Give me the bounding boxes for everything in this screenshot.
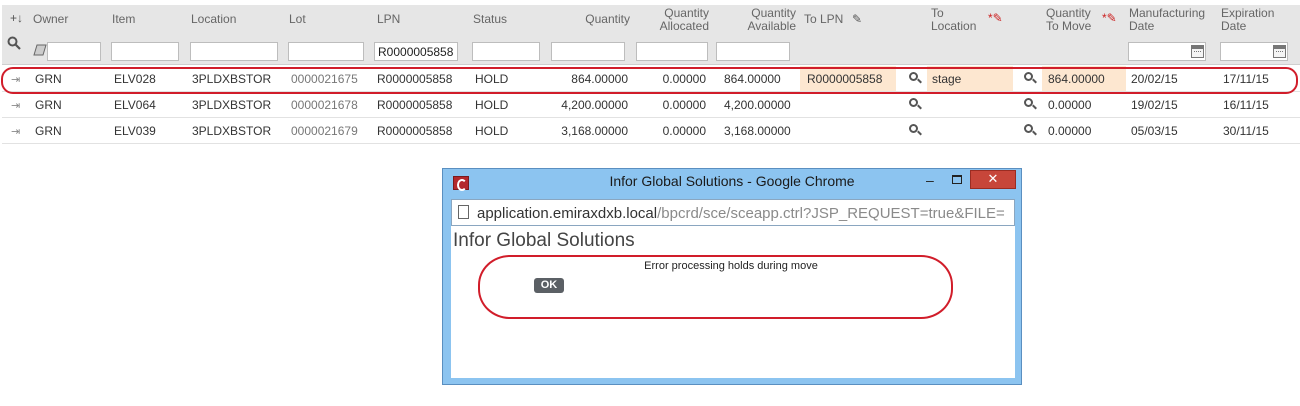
page-icon bbox=[458, 205, 469, 219]
eraser-icon[interactable] bbox=[33, 44, 47, 58]
search-icon[interactable] bbox=[7, 36, 21, 52]
url-text: application.emiraxdxb.local/bpcrd/sce/sc… bbox=[477, 205, 1005, 222]
cell-item: ELV039 bbox=[114, 124, 156, 138]
col-qty-available[interactable]: Quantity Available bbox=[726, 7, 796, 33]
col-quantity[interactable]: Quantity bbox=[562, 13, 630, 26]
col-mfg-line1: Manufacturing bbox=[1129, 6, 1206, 20]
col-to-location-line2: Location bbox=[931, 19, 977, 33]
cell-item: ELV064 bbox=[114, 98, 156, 112]
filter-qty-allocated[interactable] bbox=[636, 42, 708, 61]
calendar-icon[interactable] bbox=[1191, 45, 1204, 58]
col-to-lpn[interactable]: To LPN bbox=[804, 13, 843, 26]
col-qty-to-move[interactable]: Quantity To Move bbox=[1046, 7, 1091, 33]
row-expand-icon[interactable]: ⇥ bbox=[11, 99, 20, 112]
col-owner[interactable]: Owner bbox=[33, 13, 68, 26]
add-sort-icon[interactable]: +↓ bbox=[10, 12, 23, 24]
cell-mfg-date: 19/02/15 bbox=[1131, 98, 1178, 112]
cell-quantity: 3,168.00000 bbox=[561, 124, 628, 138]
col-location[interactable]: Location bbox=[191, 13, 236, 26]
annotation-message-circle bbox=[478, 255, 953, 319]
cell-location: 3PLDXBSTOR bbox=[192, 124, 272, 138]
url-path: /bpcrd/sce/sceapp.ctrl?JSP_REQUEST=true&… bbox=[657, 205, 1005, 222]
required-edit-icon: *✎ bbox=[1102, 11, 1117, 25]
cell-allocated: 0.00000 bbox=[662, 98, 706, 112]
cell-lot: 0000021679 bbox=[291, 124, 358, 138]
col-lpn[interactable]: LPN bbox=[377, 13, 400, 26]
col-manufacturing-date[interactable]: Manufacturing Date bbox=[1129, 7, 1205, 33]
col-qty-allocated-line2: Allocated bbox=[659, 19, 709, 33]
cell-lpn: R0000005858 bbox=[377, 124, 453, 138]
lookup-icon[interactable] bbox=[1024, 124, 1033, 133]
cell-lpn: R0000005858 bbox=[377, 98, 453, 112]
lookup-icon[interactable] bbox=[1024, 98, 1033, 107]
row-expand-icon[interactable]: ⇥ bbox=[11, 125, 20, 138]
table-row[interactable]: ⇥ GRN ELV039 3PLDXBSTOR 0000021679 R0000… bbox=[2, 118, 1300, 144]
cell-owner: GRN bbox=[35, 98, 62, 112]
col-to-location[interactable]: To Location bbox=[931, 7, 976, 33]
cell-lot: 0000021678 bbox=[291, 98, 358, 112]
filter-location[interactable] bbox=[190, 42, 278, 61]
filter-lpn[interactable]: R0000005858 bbox=[374, 42, 458, 61]
cell-to-move[interactable]: 0.00000 bbox=[1048, 125, 1091, 138]
col-to-location-line1: To bbox=[931, 6, 944, 20]
cell-owner: GRN bbox=[35, 124, 62, 138]
col-qty-to-move-line1: Quantity bbox=[1046, 6, 1091, 20]
cell-available: 3,168.00000 bbox=[724, 124, 791, 138]
filter-lot[interactable] bbox=[288, 42, 364, 61]
address-bar[interactable]: application.emiraxdxb.local/bpcrd/sce/sc… bbox=[451, 199, 1015, 226]
col-status[interactable]: Status bbox=[473, 13, 507, 26]
col-qty-allocated-line1: Quantity bbox=[664, 6, 709, 20]
cell-quantity: 4,200.00000 bbox=[561, 98, 628, 112]
table-row[interactable]: ⇥ GRN ELV064 3PLDXBSTOR 0000021678 R0000… bbox=[2, 92, 1300, 118]
required-edit-icon: *✎ bbox=[988, 11, 1003, 25]
filter-owner[interactable] bbox=[47, 42, 101, 61]
maximize-button[interactable] bbox=[952, 175, 962, 184]
col-qty-allocated[interactable]: Quantity Allocated bbox=[642, 7, 709, 33]
cell-status: HOLD bbox=[475, 98, 509, 112]
url-host: application.emiraxdxb.local bbox=[477, 205, 658, 222]
col-qty-to-move-line2: To Move bbox=[1046, 19, 1092, 33]
lookup-icon[interactable] bbox=[909, 98, 918, 107]
close-button[interactable]: ✕ bbox=[970, 170, 1016, 189]
annotation-row-circle bbox=[1, 67, 1298, 94]
cell-location: 3PLDXBSTOR bbox=[192, 98, 272, 112]
lookup-icon[interactable] bbox=[909, 124, 918, 133]
cell-allocated: 0.00000 bbox=[662, 124, 706, 138]
cell-available: 4,200.00000 bbox=[724, 98, 791, 112]
col-expiration-date[interactable]: Expiration Date bbox=[1221, 7, 1274, 33]
filter-item[interactable] bbox=[111, 42, 179, 61]
col-mfg-line2: Date bbox=[1129, 19, 1155, 33]
filter-quantity[interactable] bbox=[551, 42, 625, 61]
col-exp-line1: Expiration bbox=[1221, 6, 1275, 20]
col-qty-available-line2: Available bbox=[747, 19, 796, 33]
popup-title: Infor Global Solutions - Google Chrome bbox=[609, 173, 855, 189]
cell-exp-date: 16/11/15 bbox=[1223, 98, 1269, 112]
minimize-button[interactable]: – bbox=[926, 172, 934, 188]
col-item[interactable]: Item bbox=[112, 13, 135, 26]
grid-header: +↓ Owner Item Location Lot LPN Status Qu… bbox=[2, 5, 1300, 65]
cell-mfg-date: 05/03/15 bbox=[1131, 124, 1178, 138]
calendar-icon[interactable] bbox=[1273, 45, 1286, 58]
col-qty-available-line1: Quantity bbox=[751, 6, 796, 20]
col-exp-line2: Date bbox=[1221, 19, 1247, 33]
page-title: Infor Global Solutions bbox=[453, 230, 635, 251]
cell-exp-date: 30/11/15 bbox=[1223, 124, 1269, 138]
filter-status[interactable] bbox=[472, 42, 540, 61]
cell-status: HOLD bbox=[475, 124, 509, 138]
cell-to-move[interactable]: 0.00000 bbox=[1048, 99, 1091, 112]
col-lot[interactable]: Lot bbox=[289, 13, 306, 26]
filter-qty-available[interactable] bbox=[716, 42, 790, 61]
pencil-icon: ✎ bbox=[852, 12, 863, 26]
